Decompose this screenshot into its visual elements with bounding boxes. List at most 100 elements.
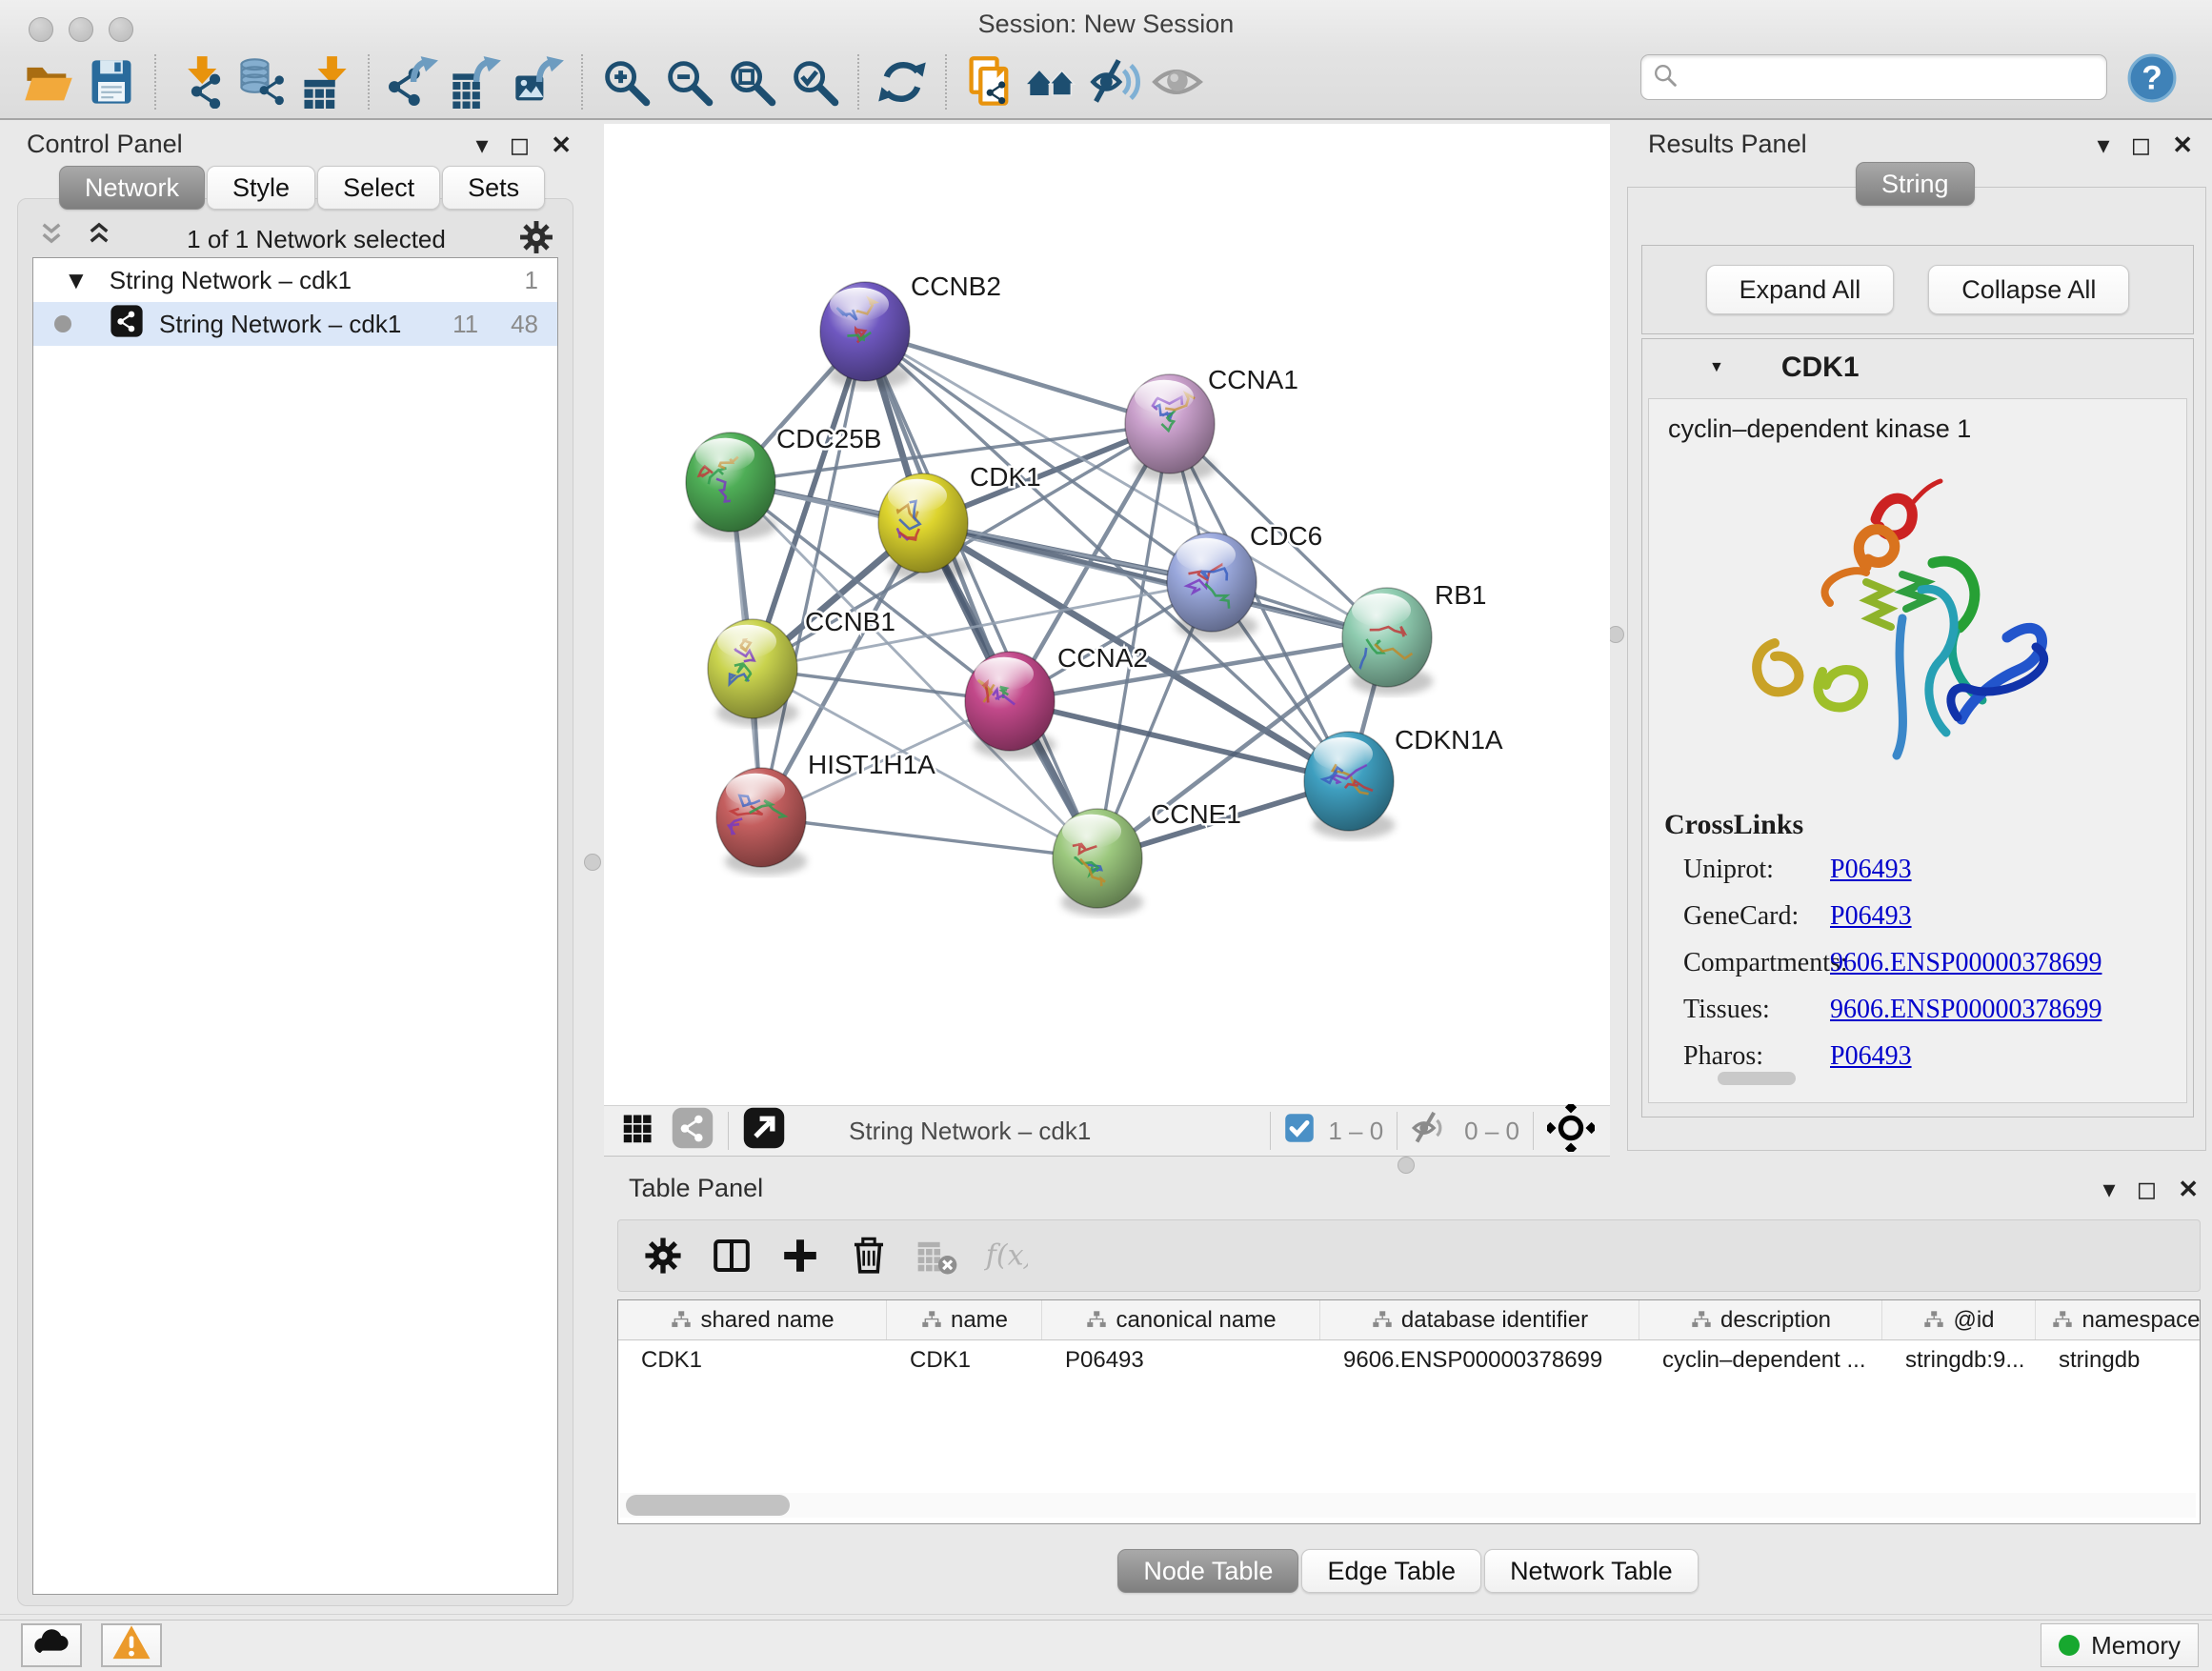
zoom-in-button[interactable]	[594, 50, 657, 113]
network-node-cdc6[interactable]	[1167, 533, 1257, 632]
column-header-namespace[interactable]: namespace	[2036, 1300, 2201, 1339]
table-row[interactable]: CDK1CDK1P064939606.ENSP00000378699cyclin…	[618, 1340, 2200, 1380]
left-divider-handle[interactable]	[584, 854, 601, 871]
tab-sets[interactable]: Sets	[442, 166, 545, 210]
network-collection-row[interactable]: ▼ String Network – cdk1 1	[33, 258, 557, 302]
tab-select[interactable]: Select	[317, 166, 440, 210]
open-in-window-icon[interactable]	[742, 1106, 786, 1157]
network-node-ccnb1[interactable]	[708, 619, 797, 718]
network-node-ccna1[interactable]	[1125, 374, 1215, 473]
eye-button[interactable]	[1147, 50, 1210, 113]
network-node-rb1[interactable]	[1342, 588, 1432, 687]
close-table-icon[interactable]: ✕	[2178, 1177, 2199, 1201]
table-cell[interactable]: P06493	[1042, 1340, 1320, 1380]
table-hscroll-thumb[interactable]	[626, 1495, 790, 1516]
network-node-ccnb2[interactable]	[820, 282, 910, 381]
zoom-out-button[interactable]	[657, 50, 720, 113]
results-scroll-nub[interactable]	[1718, 1072, 1796, 1085]
network-graph[interactable]: CCNB2CCNA1CDC25BCDK1CDC6RB1CCNB1CCNA2CDK…	[604, 124, 1610, 1105]
close-results-icon[interactable]: ✕	[2172, 132, 2193, 157]
warnings-button[interactable]	[101, 1623, 162, 1667]
import-network-button[interactable]	[168, 50, 231, 113]
cloud-button[interactable]	[21, 1623, 82, 1667]
network-node-ccne1[interactable]	[1053, 809, 1142, 908]
network-node-ccna2[interactable]	[965, 652, 1055, 751]
delete-column-button[interactable]	[845, 1232, 893, 1279]
network-row[interactable]: String Network – cdk1 11 48	[33, 302, 557, 346]
column-header-shared-name[interactable]: shared name	[618, 1300, 887, 1339]
save-button[interactable]	[80, 50, 143, 113]
show-columns-button[interactable]	[708, 1232, 755, 1279]
column-header-description[interactable]: description	[1639, 1300, 1882, 1339]
column-header-name[interactable]: name	[887, 1300, 1042, 1339]
tab-string[interactable]: String	[1856, 162, 1975, 206]
crosslink-link[interactable]: 9606.ENSP00000378699	[1830, 948, 2101, 978]
memory-label: Memory	[2091, 1631, 2181, 1661]
crosslink-label: Pharos:	[1664, 1041, 1830, 1072]
crosslink-link[interactable]: P06493	[1830, 901, 1912, 932]
hide-eye-button[interactable]	[1084, 50, 1147, 113]
import-table-button[interactable]	[293, 50, 356, 113]
hidden-eye-icon	[1411, 1108, 1451, 1155]
table-cell[interactable]: stringdb	[2036, 1340, 2201, 1380]
network-node-hist1h1a[interactable]	[716, 768, 806, 867]
crosslink-link[interactable]: 9606.ENSP00000378699	[1830, 995, 2101, 1025]
table-cell[interactable]: 9606.ENSP00000378699	[1320, 1340, 1639, 1380]
import-database-button[interactable]	[231, 50, 293, 113]
zoom-selected-icon	[788, 55, 841, 109]
memory-button[interactable]: Memory	[2041, 1623, 2199, 1667]
expand-all-networks-icon[interactable]	[82, 220, 116, 259]
expand-all-button[interactable]: Expand All	[1706, 265, 1895, 314]
table-options-gear-button[interactable]	[639, 1232, 687, 1279]
selected-checkbox-icon[interactable]	[1284, 1113, 1315, 1150]
tab-network[interactable]: Network	[59, 166, 205, 210]
crosslink-link[interactable]: P06493	[1830, 855, 1912, 885]
export-image-button[interactable]	[507, 50, 570, 113]
close-panel-icon[interactable]: ✕	[551, 132, 572, 157]
table-cell[interactable]: CDK1	[618, 1340, 887, 1380]
copy-network-button[interactable]	[958, 50, 1021, 113]
refresh-button[interactable]	[871, 50, 934, 113]
gene-section-header[interactable]: ▼ CDK1	[1642, 339, 2193, 396]
network-node-cdk1[interactable]	[878, 473, 968, 573]
collapse-all-button[interactable]: Collapse All	[1928, 265, 2129, 314]
gene-caret-icon[interactable]: ▼	[1709, 359, 1724, 376]
export-network-button[interactable]	[381, 50, 444, 113]
collapse-all-networks-icon[interactable]	[34, 220, 69, 259]
table-cell[interactable]: stringdb:9...	[1882, 1340, 2036, 1380]
table-cell[interactable]: cyclin–dependent ...	[1639, 1340, 1882, 1380]
warning-icon	[111, 1622, 152, 1664]
table-cell[interactable]: CDK1	[887, 1340, 1042, 1380]
add-column-button[interactable]	[776, 1232, 824, 1279]
network-node-cdkn1a[interactable]	[1304, 732, 1394, 831]
zoom-selected-button[interactable]	[783, 50, 846, 113]
network-options-gear-icon[interactable]	[516, 217, 556, 262]
open-folder-button[interactable]	[17, 50, 80, 113]
collapse-results-icon[interactable]: ▾	[2098, 132, 2110, 157]
column-header-database-identifier[interactable]: database identifier	[1320, 1300, 1639, 1339]
tab-style[interactable]: Style	[207, 166, 315, 210]
tab-network-table[interactable]: Network Table	[1484, 1549, 1699, 1593]
collapse-panel-icon[interactable]: ▾	[476, 132, 489, 157]
float-results-icon[interactable]: ◻	[2131, 132, 2152, 157]
search-input[interactable]	[1679, 58, 2106, 96]
network-canvas[interactable]: CCNB2CCNA1CDC25BCDK1CDC6RB1CCNB1CCNA2CDK…	[604, 124, 1610, 1105]
crosslink-row: Compartments: 9606.ENSP00000378699	[1664, 948, 2101, 978]
column-header-canonical-name[interactable]: canonical name	[1042, 1300, 1320, 1339]
homes-button[interactable]	[1021, 50, 1084, 113]
crosslink-link[interactable]: P06493	[1830, 1041, 1912, 1072]
column-header--id[interactable]: @id	[1882, 1300, 2036, 1339]
birdseye-view-icon[interactable]	[1547, 1104, 1595, 1158]
float-table-icon[interactable]: ◻	[2137, 1177, 2158, 1201]
node-count: 11	[452, 310, 478, 339]
zoom-fit-button[interactable]	[720, 50, 783, 113]
help-button[interactable]: ?	[2126, 52, 2178, 104]
float-panel-icon[interactable]: ◻	[510, 132, 531, 157]
tree-caret-icon[interactable]: ▼	[64, 266, 89, 295]
tab-node-table[interactable]: Node Table	[1117, 1549, 1298, 1593]
tab-edge-table[interactable]: Edge Table	[1301, 1549, 1481, 1593]
grid-view-icon[interactable]	[617, 1107, 659, 1156]
collapse-table-icon[interactable]: ▾	[2103, 1177, 2116, 1201]
network-node-cdc25b[interactable]	[686, 433, 775, 532]
export-table-button[interactable]	[444, 50, 507, 113]
